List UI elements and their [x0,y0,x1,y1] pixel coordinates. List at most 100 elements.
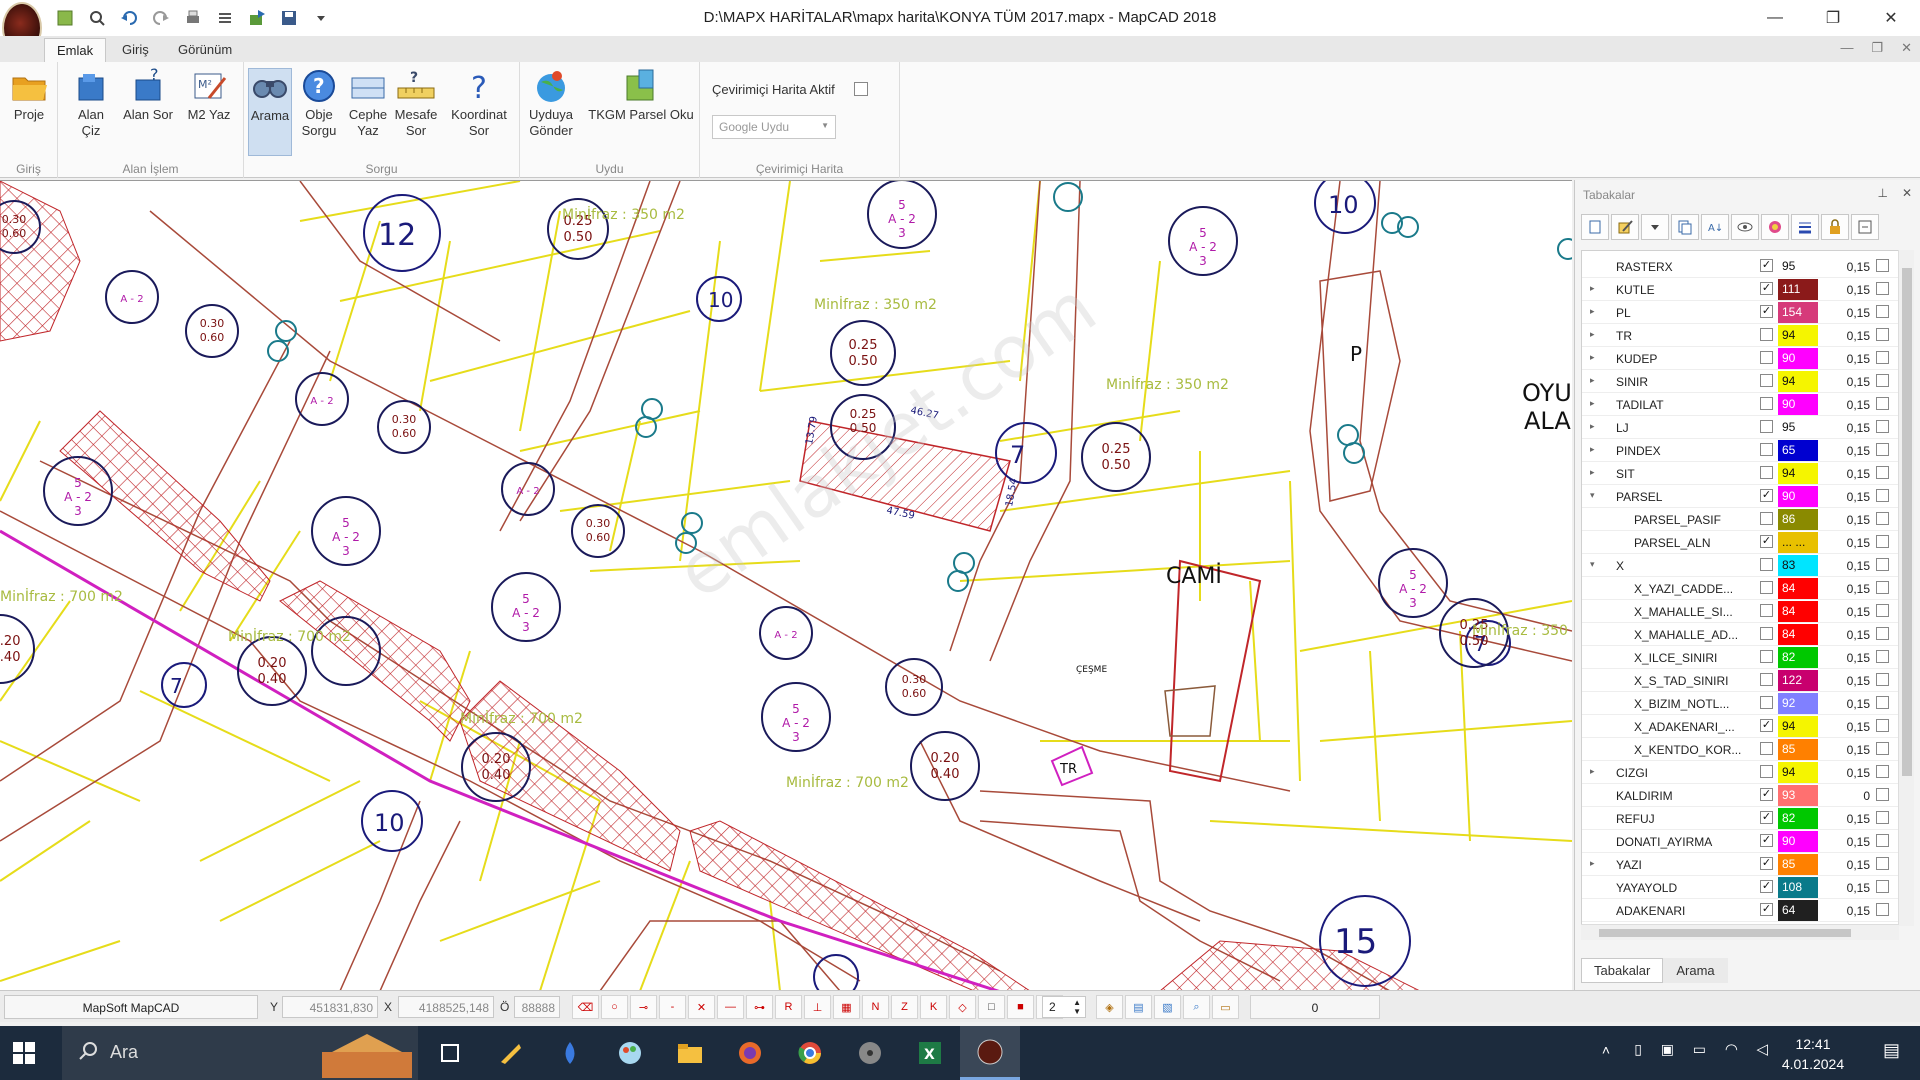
undo-icon[interactable] [116,6,142,30]
online-map-select[interactable]: Google Uydu ▼ [712,115,836,139]
snap-mid-icon[interactable]: - [659,995,686,1019]
tray-chevron-icon[interactable]: ˄ [1602,1042,1610,1058]
layer-line-width[interactable]: 0,15 [1822,674,1870,688]
redo-icon[interactable] [148,6,174,30]
grid-snap-icon[interactable]: ▦ [833,995,860,1019]
windows-start-icon[interactable] [12,1041,36,1065]
layer-row[interactable]: ▸ TADILAT 90 0,15 [1582,393,1898,416]
layer-visible-checkbox[interactable]: ✓ [1760,305,1773,318]
layer-lock-checkbox[interactable] [1876,443,1889,456]
layer-row[interactable]: ADAKENARI ✓ 64 0,15 [1582,899,1898,922]
uyduya-gonder-button[interactable]: Uyduya Gönder [526,68,576,156]
export-icon[interactable] [244,6,270,30]
expand-icon[interactable]: ▸ [1590,444,1595,455]
layer-color-swatch[interactable]: 94 [1778,762,1818,783]
layer-row[interactable]: KALDIRIM ✓ 93 0 [1582,784,1898,807]
layer-row[interactable]: X_BIZIM_NOTL... 92 0,15 [1582,692,1898,715]
mdi-close-button[interactable]: ✕ [1901,40,1912,56]
close-button[interactable]: ✕ [1862,0,1920,36]
expand-icon[interactable]: ▸ [1590,421,1595,432]
layer-row[interactable]: X_ADAKENARI_... ✓ 94 0,15 [1582,715,1898,738]
alan-sor-button[interactable]: ? Alan Sor [120,68,176,156]
layer-color-swatch[interactable]: 95 [1778,417,1818,438]
layer-visible-checkbox[interactable] [1760,650,1773,663]
layer-row[interactable]: ▸ SINIR 94 0,15 [1582,370,1898,393]
panel-close-icon[interactable]: ✕ [1902,186,1912,200]
sort-icon[interactable]: A↓ [1701,214,1729,240]
layer-lock-checkbox[interactable] [1876,420,1889,433]
layer-row[interactable]: X_MAHALLE_SI... 84 0,15 [1582,600,1898,623]
layer-settings-icon[interactable] [1851,214,1879,240]
layer-line-width[interactable]: 0,15 [1822,421,1870,435]
layer-color-swatch[interactable]: 86 [1778,509,1818,530]
layer-visible-checkbox[interactable]: ✓ [1760,719,1773,732]
layer-lock-checkbox[interactable] [1876,328,1889,341]
layer-visible-checkbox[interactable] [1760,627,1773,640]
layer-color-swatch[interactable]: 90 [1778,394,1818,415]
arama-button[interactable]: Arama [248,68,292,156]
expand-icon[interactable]: ▸ [1590,375,1595,386]
tab-arama[interactable]: Arama [1663,958,1728,983]
map-canvas[interactable]: 12 10 7 10 7 7 10 15 5 A - 2 3 5 A - 2 3… [0,180,1572,990]
layer-lock-checkbox[interactable] [1876,397,1889,410]
mapcad-taskbar-icon[interactable] [960,1026,1020,1080]
layer-visible-checkbox[interactable] [1760,673,1773,686]
layer-row[interactable]: ▸ PL ✓ 154 0,15 [1582,301,1898,324]
layer-visible-checkbox[interactable] [1760,397,1773,410]
notification-icon[interactable]: ▤ [1883,1040,1900,1061]
layer-color-swatch[interactable]: 90 [1778,486,1818,507]
layer-visible-checkbox[interactable]: ✓ [1760,535,1773,548]
print-icon[interactable] [180,6,206,30]
layer-color-swatch[interactable]: 154 [1778,302,1818,323]
layer-lock-checkbox[interactable] [1876,259,1889,272]
layer-line-width[interactable]: 0,15 [1822,329,1870,343]
layer-visible-checkbox[interactable] [1760,742,1773,755]
edit-layer-icon[interactable] [1611,214,1639,240]
mesafe-sor-button[interactable]: ? Mesafe Sor [394,68,438,156]
layer-row[interactable]: X_ILCE_SINIRI 82 0,15 [1582,646,1898,669]
layer-line-width[interactable]: 0,15 [1822,559,1870,573]
layer-line-width[interactable]: 0,15 [1822,605,1870,619]
layer-row[interactable]: ▸ SIT 94 0,15 [1582,462,1898,485]
layer-line-width[interactable]: 0,15 [1822,513,1870,527]
layer-lock-checkbox[interactable] [1876,696,1889,709]
layer-color-swatch[interactable]: 64 [1778,900,1818,921]
layer-line-width[interactable]: 0,15 [1822,260,1870,274]
layer-row[interactable]: DONATI_AYIRMA ✓ 90 0,15 [1582,830,1898,853]
layer-row[interactable]: ▸ YAZI ✓ 85 0,15 [1582,853,1898,876]
layer-color-swatch[interactable]: 93 [1778,785,1818,806]
layer-visible-checkbox[interactable]: ✓ [1760,857,1773,870]
layer-lock-checkbox[interactable] [1876,673,1889,686]
snap-line-icon[interactable]: — [717,995,744,1019]
save-icon[interactable] [276,6,302,30]
layer-row[interactable]: PARSEL_ALN ✓ ... ... 0,15 [1582,531,1898,554]
new-icon[interactable] [52,6,78,30]
alan-ciz-button[interactable]: Alan Çiz [68,68,114,156]
online-map-checkbox[interactable] [854,82,868,96]
layer-row[interactable]: X_KENTDO_KOR... 85 0,15 [1582,738,1898,761]
layer-lock-checkbox[interactable] [1876,742,1889,755]
layer-line-width[interactable]: 0,15 [1822,904,1870,918]
layer-lock-checkbox[interactable] [1876,489,1889,502]
obje-sorgu-button[interactable]: ? Obje Sorgu [296,68,342,156]
layer-line-width[interactable]: 0,15 [1822,306,1870,320]
layer-line-width[interactable]: 0,15 [1822,398,1870,412]
snap-point-icon[interactable]: ○ [601,995,628,1019]
z-icon[interactable]: Z [891,995,918,1019]
excel-icon[interactable]: X [900,1026,960,1080]
mdi-restore-button[interactable]: ❐ [1871,40,1883,56]
layer-line-width[interactable]: 0,15 [1822,743,1870,757]
expand-icon[interactable]: ▸ [1590,467,1595,478]
layer-visible-checkbox[interactable]: ✓ [1760,282,1773,295]
layer-line-width[interactable]: 0,15 [1822,536,1870,550]
battery-icon[interactable]: ▭ [1693,1041,1706,1058]
layer-row[interactable]: PARSEL_PASIF 86 0,15 [1582,508,1898,531]
snap-r-icon[interactable]: R [775,995,802,1019]
expand-icon[interactable]: ▸ [1590,306,1595,317]
vscroll-thumb[interactable] [1902,268,1912,776]
layer-visible-checkbox[interactable] [1760,420,1773,433]
layer-lock-checkbox[interactable] [1876,765,1889,778]
layer-color-swatch[interactable]: 108 [1778,877,1818,898]
layer-color-swatch[interactable]: 94 [1778,325,1818,346]
layer-color-swatch[interactable]: 85 [1778,854,1818,875]
